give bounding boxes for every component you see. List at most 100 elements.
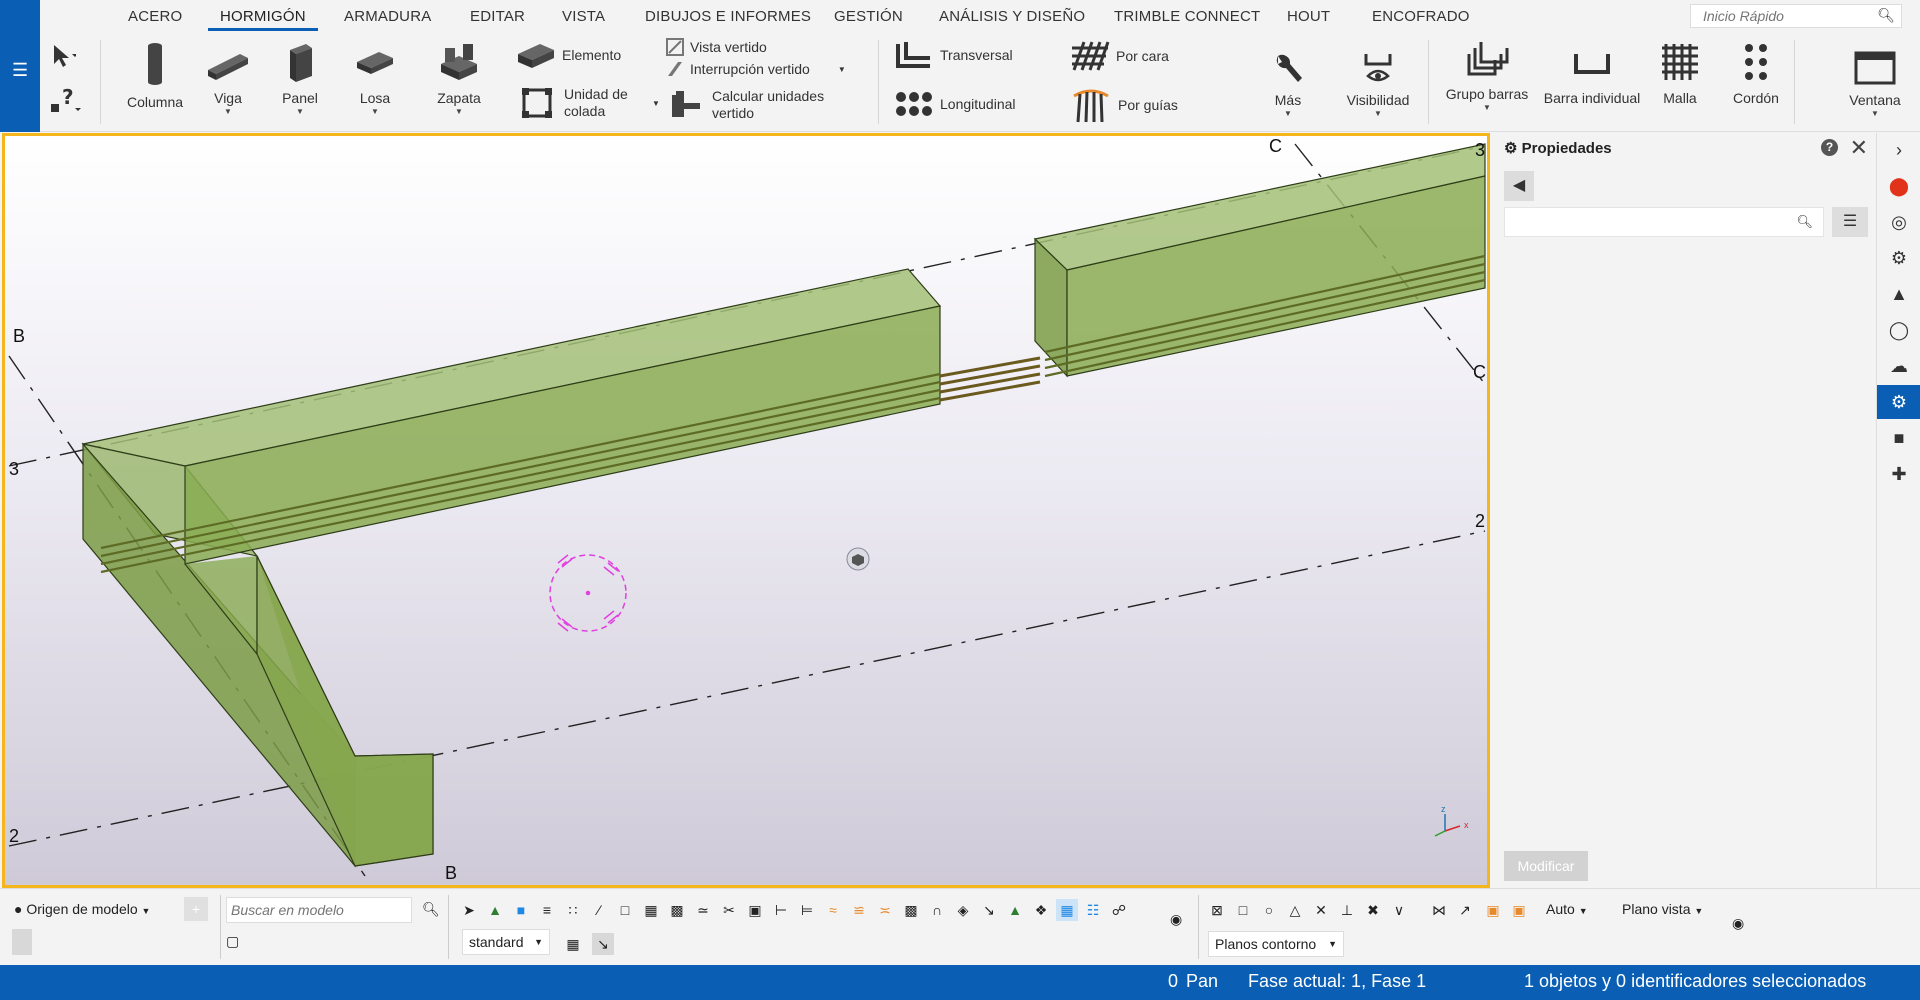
quick-launch-input[interactable] <box>1691 5 1871 27</box>
search-icon[interactable]: 🔍︎ <box>1796 214 1813 230</box>
concrete-beam-l[interactable] <box>81 268 942 868</box>
search-icon[interactable]: 🔍︎ <box>1877 7 1895 24</box>
model-search-input[interactable] <box>227 898 407 922</box>
select-welds-icon[interactable]: ≃ <box>692 899 714 921</box>
chevron-down-icon[interactable]: ▼ <box>345 107 405 116</box>
select-lines-icon[interactable]: ∕ <box>588 899 610 921</box>
longitudinal-button[interactable]: Longitudinal <box>894 90 1016 118</box>
columna-button[interactable]: Columna <box>120 40 190 110</box>
chevron-down-icon[interactable]: ▼ <box>424 107 494 116</box>
select-views-icon[interactable]: ▣ <box>744 899 766 921</box>
mas-button[interactable]: Más ▼ <box>1258 50 1318 118</box>
select-drawings-icon[interactable]: ▲ <box>1004 899 1026 921</box>
globe-icon[interactable]: ◯ <box>1877 313 1920 347</box>
select-detail-icon[interactable]: ∩ <box>926 899 948 921</box>
select-plane-icon[interactable]: ⊢ <box>770 899 792 921</box>
cloud-icon[interactable]: ☁ <box>1877 349 1920 383</box>
settings-icon[interactable]: ⚙ <box>1877 385 1920 419</box>
elemento-button[interactable]: Elemento <box>516 40 621 70</box>
catalog-icon[interactable]: ⬤ <box>1877 169 1920 203</box>
tab-trimble-connect[interactable]: TRIMBLE CONNECT <box>1114 8 1260 25</box>
help-icon[interactable]: ? <box>1821 139 1838 156</box>
grupo-barras-button[interactable]: Grupo barras ▼ <box>1442 40 1532 112</box>
snap-nearest-icon[interactable]: ⋈ <box>1428 899 1450 921</box>
snap-perpendicular-icon[interactable]: ⊥ <box>1336 899 1358 921</box>
select-grid-icon[interactable]: ≡ <box>536 899 558 921</box>
chevron-down-icon[interactable]: ▼ <box>270 107 330 116</box>
close-icon[interactable]: ✕ <box>1850 135 1868 161</box>
select-grid-lines-icon[interactable]: ⊨ <box>796 899 818 921</box>
properties-menu-icon[interactable]: ☰ <box>1832 207 1868 237</box>
chevron-down-icon[interactable]: ▼ <box>1840 109 1910 118</box>
por-guias-button[interactable]: Por guías <box>1070 86 1178 124</box>
tab-analisis-diseno[interactable]: ANÁLISIS Y DISEÑO <box>939 8 1085 25</box>
snap-extension-icon[interactable]: ✖ <box>1362 899 1384 921</box>
model-3d-view[interactable]: z x <box>5 136 1487 885</box>
select-tool[interactable] <box>48 42 76 70</box>
chevron-down-icon[interactable]: ▼ <box>1258 109 1318 118</box>
model-origin-dropdown[interactable]: ● Origen de modelo ▼ <box>14 901 150 917</box>
unidad-colada-button[interactable]: Unidad de colada ▼ <box>520 86 660 120</box>
snap-geometry-icon[interactable]: □ <box>1232 899 1254 921</box>
select-components-icon[interactable]: ▩ <box>900 899 922 921</box>
modify-button[interactable]: Modificar <box>1504 851 1588 881</box>
tab-dibujos-informes[interactable]: DIBUJOS E INFORMES <box>645 8 811 25</box>
vista-vertido-button[interactable]: Vista vertido <box>666 38 767 56</box>
select-reinforcement-icon[interactable]: ▩ <box>666 899 688 921</box>
search-icon[interactable]: 🔍︎ <box>422 901 440 918</box>
select-inspect-icon[interactable]: ☍ <box>1108 899 1130 921</box>
tab-hormigon[interactable]: HORMIGÓN <box>208 8 318 31</box>
snap-line-icon[interactable]: ∨ <box>1388 899 1410 921</box>
view-properties-icon[interactable]: ◎ <box>1877 205 1920 239</box>
interrupcion-vertido-button[interactable]: Interrupción vertido ▼ <box>666 60 846 78</box>
select-bolts-icon[interactable]: ∷ <box>562 899 584 921</box>
selection-filter-icon[interactable]: ▦ <box>562 933 584 955</box>
visibility-eye-icon[interactable]: ◉ <box>1732 915 1744 932</box>
applications-icon[interactable]: ✚ <box>1877 457 1920 491</box>
losa-button[interactable]: Losa ▼ <box>345 40 405 116</box>
select-multi-icon[interactable]: ▦ <box>1056 899 1078 921</box>
select-tools-icon[interactable]: ❖ <box>1030 899 1052 921</box>
properties-search-field[interactable]: 🔍︎ <box>1504 207 1824 237</box>
chevron-down-icon[interactable]: ▼ <box>1338 109 1418 118</box>
snap-reference-points-icon[interactable]: ⊠ <box>1206 899 1228 921</box>
snap-intersection-icon[interactable]: ✕ <box>1310 899 1332 921</box>
tab-encofrado[interactable]: ENCOFRADO <box>1372 8 1470 25</box>
pick-mode-icon[interactable]: ↘ <box>592 933 614 955</box>
transversal-button[interactable]: Transversal <box>894 38 1013 72</box>
select-points-icon[interactable]: ▲ <box>484 899 506 921</box>
snap-orange-1-icon[interactable]: ▣ <box>1482 899 1504 921</box>
viga-button[interactable]: Viga ▼ <box>198 40 258 116</box>
zapata-button[interactable]: Zapata ▼ <box>424 40 494 116</box>
tab-hout[interactable]: HOUT <box>1287 8 1330 25</box>
rebar-bars-gap[interactable] <box>939 356 1041 402</box>
select-nested-icon[interactable]: ☷ <box>1082 899 1104 921</box>
help-tool[interactable]: ? <box>48 88 82 118</box>
object-icon[interactable]: ■ <box>1877 421 1920 455</box>
select-layers-icon[interactable]: ◈ <box>952 899 974 921</box>
select-reference-icon[interactable]: ≍ <box>874 899 896 921</box>
chevron-down-icon[interactable]: ▼ <box>1442 103 1532 112</box>
select-assemblies-icon[interactable]: □ <box>614 899 636 921</box>
select-surface-icon[interactable]: ≌ <box>848 899 870 921</box>
contour-planes-dropdown[interactable]: Planos contorno ▼ <box>1208 931 1344 957</box>
visibilidad-button[interactable]: Visibilidad ▼ <box>1338 50 1418 118</box>
screenshot-icon[interactable]: ▢ <box>226 933 239 950</box>
back-arrow-icon[interactable]: ◀ <box>1504 171 1534 201</box>
calcular-unidades-button[interactable]: Calcular unidades vertido <box>670 88 832 122</box>
collapse-chevron-icon[interactable]: › <box>1877 133 1920 167</box>
snap-free-icon[interactable]: ↗ <box>1454 899 1476 921</box>
chevron-down-icon[interactable]: ▼ <box>198 107 258 116</box>
tab-armadura[interactable]: ARMADURA <box>344 8 431 25</box>
auto-dropdown[interactable]: Auto ▼ <box>1546 901 1588 917</box>
view-plane-dropdown[interactable]: Plano vista ▼ <box>1622 901 1703 917</box>
malla-button[interactable]: Malla <box>1650 40 1710 106</box>
tab-acero[interactable]: ACERO <box>128 8 182 25</box>
snap-center-icon[interactable]: ○ <box>1258 899 1280 921</box>
ventana-button[interactable]: Ventana ▼ <box>1840 50 1910 118</box>
select-cuts-icon[interactable]: ✂ <box>718 899 740 921</box>
snap-orange-2-icon[interactable]: ▣ <box>1508 899 1530 921</box>
cordon-button[interactable]: Cordón <box>1726 40 1786 106</box>
chevron-down-icon[interactable]: ▼ <box>838 65 846 74</box>
rotation-center-icon[interactable] <box>846 547 870 571</box>
